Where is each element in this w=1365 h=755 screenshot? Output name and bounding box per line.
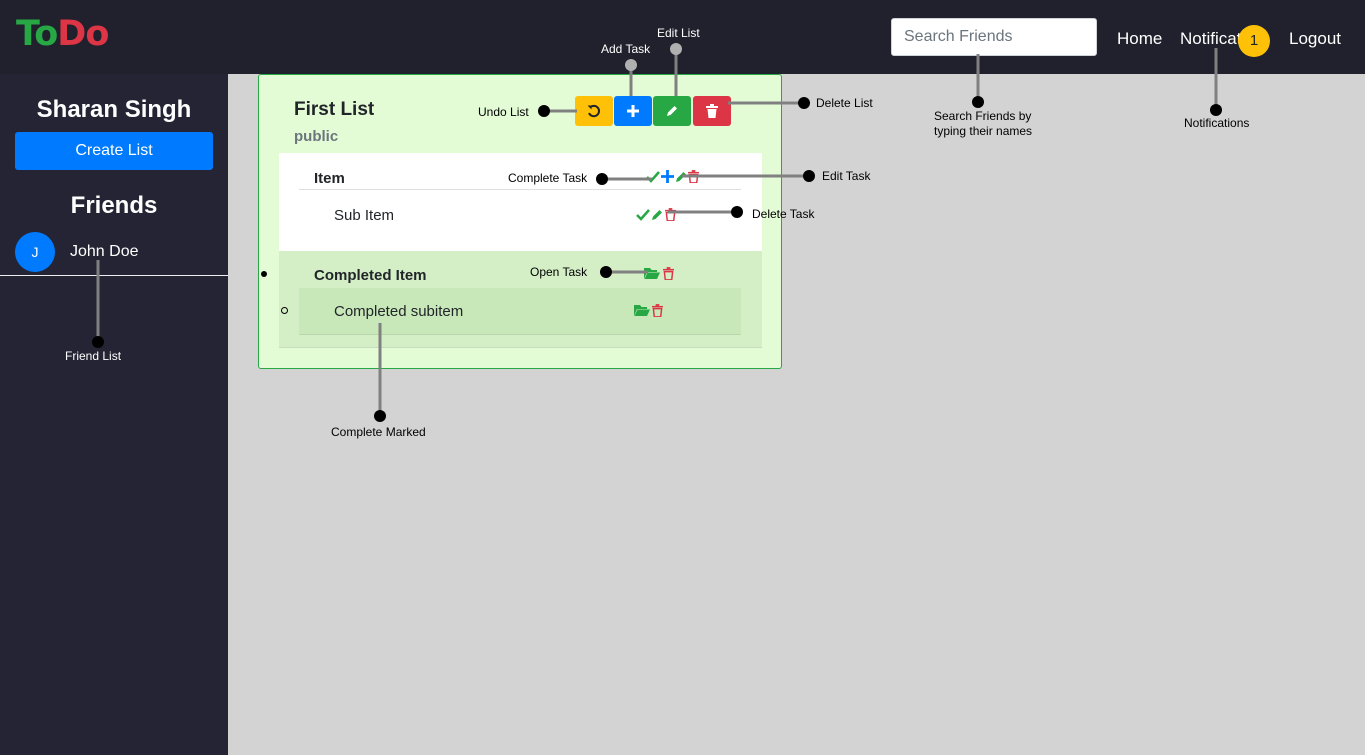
avatar: J xyxy=(15,232,55,272)
trash-icon xyxy=(706,104,718,118)
friends-heading: Friends xyxy=(70,192,158,219)
nav-home-link[interactable]: Home xyxy=(1117,29,1162,49)
pencil-icon[interactable] xyxy=(675,170,688,183)
plus-icon xyxy=(627,105,639,117)
notification-count-badge[interactable]: 1 xyxy=(1238,25,1270,57)
annotation-delete-task: Delete Task xyxy=(752,207,815,221)
annotation-delete-list: Delete List xyxy=(816,96,873,110)
edit-list-button[interactable] xyxy=(653,96,691,126)
pencil-icon[interactable] xyxy=(651,208,664,221)
pencil-icon xyxy=(667,106,677,116)
trash-icon[interactable] xyxy=(652,304,663,317)
trash-icon[interactable] xyxy=(665,208,676,221)
trash-icon[interactable] xyxy=(663,267,674,280)
list-visibility: public xyxy=(294,128,339,145)
folder-open-icon[interactable] xyxy=(644,267,660,280)
annotation-search-friends-2: typing their names xyxy=(934,124,1033,138)
brand-to: To xyxy=(16,14,58,54)
divider xyxy=(299,189,741,190)
completed-subtask-title: Completed subitem xyxy=(334,303,464,320)
open-task-list: Item Sub Item xyxy=(279,153,762,251)
annotation-complete-task: Complete Task xyxy=(508,171,588,185)
list-bullet-dot xyxy=(261,271,267,277)
annotation-complete-marked: Complete Marked xyxy=(331,425,426,439)
annotation-friend-list: Friend List xyxy=(65,349,122,363)
nav-notifications-link[interactable]: Notifications xyxy=(1180,29,1242,49)
check-icon[interactable] xyxy=(646,171,660,183)
sidebar: Sharan Singh Create List Friends J John … xyxy=(0,74,228,755)
completed-task-title: Completed Item xyxy=(314,267,427,284)
friend-list-item[interactable]: J John Doe xyxy=(0,232,228,276)
annotation-add-task: Add Task xyxy=(601,42,651,56)
brand-do: Do xyxy=(57,14,109,54)
subtask-title: Sub Item xyxy=(334,207,395,224)
delete-list-button[interactable] xyxy=(693,96,731,126)
search-friends-input[interactable] xyxy=(891,18,1097,56)
nav-logout-link[interactable]: Logout xyxy=(1289,29,1341,49)
brand-logo[interactable]: ToDo xyxy=(16,14,109,54)
annotation-notifications: Notifications xyxy=(1184,116,1250,130)
annotation-edit-task: Edit Task xyxy=(822,169,871,183)
user-name: Sharan Singh xyxy=(36,96,192,123)
check-icon[interactable] xyxy=(636,209,650,221)
create-list-button[interactable]: Create List xyxy=(15,132,213,170)
completed-task-list: Completed Item Completed subitem xyxy=(279,251,762,348)
undo-list-button[interactable] xyxy=(575,96,613,126)
task-title: Item xyxy=(314,170,345,187)
friend-name: John Doe xyxy=(70,243,139,260)
list-title: First List xyxy=(294,99,375,120)
annotation-edit-list: Edit List xyxy=(657,26,700,40)
trash-icon[interactable] xyxy=(688,170,699,183)
undo-icon xyxy=(587,104,601,118)
annotation-search-friends-1: Search Friends by xyxy=(934,109,1032,123)
plus-icon[interactable] xyxy=(661,170,674,183)
folder-open-icon[interactable] xyxy=(634,304,650,317)
list-bullet-circle xyxy=(281,307,288,314)
completed-subtask-row: Completed subitem xyxy=(299,288,741,335)
add-task-button[interactable] xyxy=(614,96,652,126)
annotation-open-task: Open Task xyxy=(530,265,588,279)
annotation-undo-list: Undo List xyxy=(478,105,529,119)
